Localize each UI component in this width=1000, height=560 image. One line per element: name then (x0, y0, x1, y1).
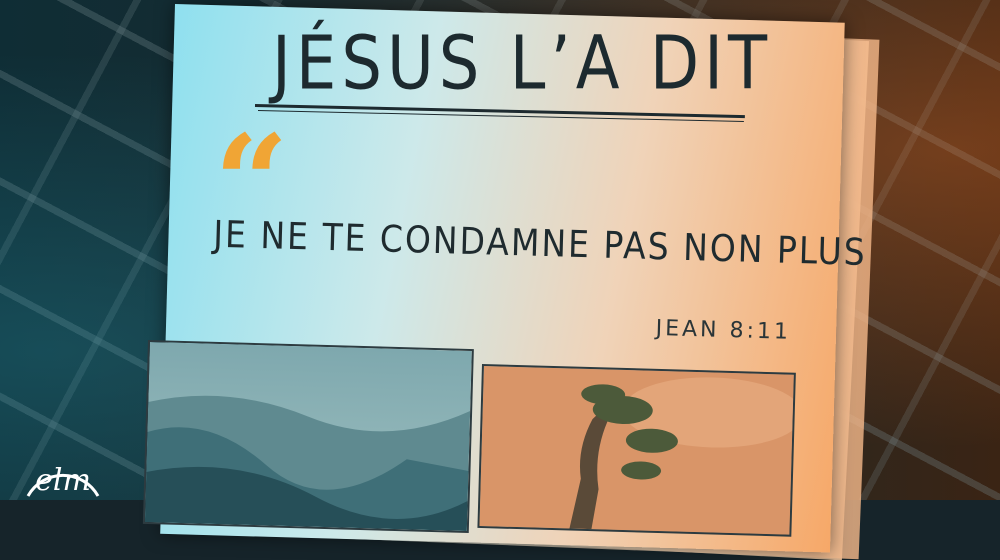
elm-logo: elm (20, 430, 106, 500)
newspaper-masthead: JÉSUS L’A DIT (272, 22, 773, 108)
landscape-photo (142, 340, 474, 534)
olive-tree-photo (477, 364, 796, 537)
newspaper: JÉSUS L’A DIT “ JE NE TE CONDAMNE PAS NO… (0, 0, 1000, 560)
verse-reference: JEAN 8:11 (655, 316, 792, 345)
elm-logo-text: elm (35, 463, 91, 498)
